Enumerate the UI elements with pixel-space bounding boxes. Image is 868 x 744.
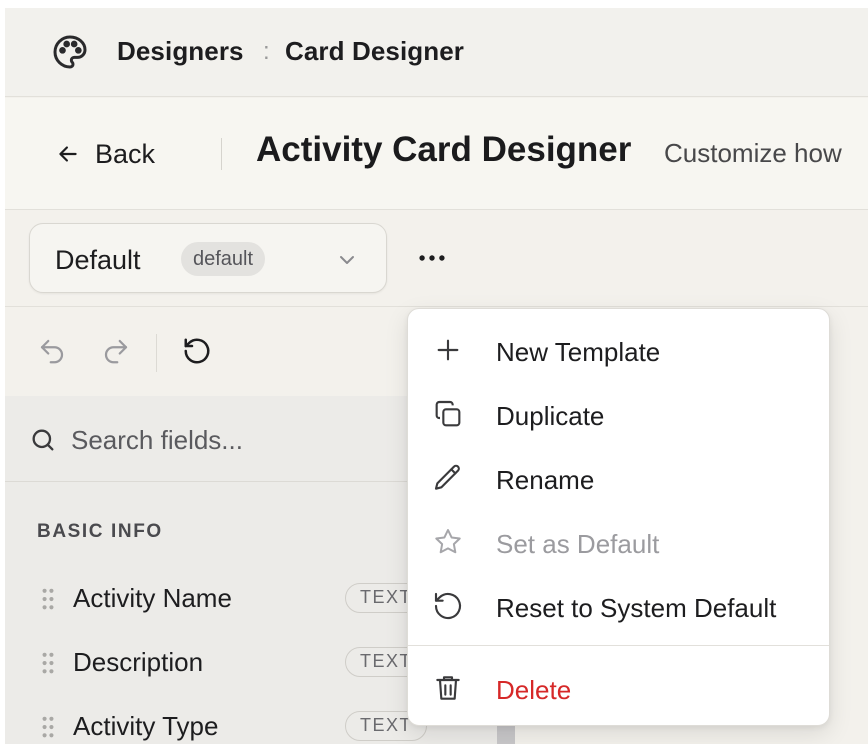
menu-item-label: Reset to System Default	[496, 593, 777, 623]
star-icon	[435, 529, 461, 554]
back-button-label: Back	[95, 138, 156, 169]
section-title: BASIC INFO	[37, 521, 163, 542]
template-selector-row: Default default	[5, 211, 868, 307]
drag-handle-icon[interactable]	[41, 652, 55, 674]
menu-item-new-template[interactable]: New Template	[408, 317, 829, 381]
plus-icon	[437, 339, 459, 361]
page-header: Back Activity Card Designer Customize ho…	[5, 98, 868, 210]
menu-item-set-as-default[interactable]: Set as Default	[408, 509, 829, 573]
menu-item-delete[interactable]: Delete	[408, 655, 829, 719]
trash-icon	[436, 676, 460, 700]
chevron-down-icon	[340, 256, 354, 264]
template-select-value: Default	[55, 245, 141, 275]
drag-handle-icon[interactable]	[41, 716, 55, 738]
menu-item-label: New Template	[496, 337, 661, 367]
field-name: Activity Name	[73, 583, 232, 613]
app-window: Designers : Card Designer Back Activity …	[5, 8, 868, 744]
back-button[interactable]: Back	[55, 136, 155, 172]
redo-icon[interactable]	[101, 336, 131, 366]
palette-icon	[53, 35, 87, 69]
menu-item-label: Set as Default	[496, 529, 660, 559]
breadcrumb-separator: :	[263, 38, 270, 65]
arrow-left-icon	[59, 146, 77, 162]
drag-handle-icon[interactable]	[41, 588, 55, 610]
reset-icon[interactable]	[182, 336, 212, 366]
more-options-icon[interactable]	[415, 241, 449, 275]
menu-item-label: Rename	[496, 465, 595, 495]
template-select[interactable]: Default default	[29, 223, 387, 293]
menu-item-reset-system-default[interactable]: Reset to System Default	[408, 573, 829, 637]
breadcrumb-designers[interactable]: Designers	[117, 36, 244, 67]
toolbar-divider	[156, 334, 157, 372]
menu-item-label: Delete	[496, 675, 572, 705]
breadcrumb-card-designer: Card Designer	[285, 36, 465, 66]
reset-icon	[434, 592, 462, 620]
breadcrumb-bar: Designers : Card Designer	[5, 8, 868, 97]
template-options-menu: New Template Duplicate Rename Set as Def…	[407, 308, 830, 726]
menu-item-label: Duplicate	[496, 401, 605, 431]
menu-item-duplicate[interactable]: Duplicate	[408, 381, 829, 445]
copy-icon	[435, 400, 461, 427]
search-icon	[32, 429, 54, 451]
field-name: Description	[73, 647, 204, 677]
default-badge: default	[181, 242, 266, 276]
menu-item-rename[interactable]: Rename	[408, 445, 829, 509]
page-title: Activity Card Designer	[256, 130, 632, 169]
header-divider	[221, 138, 222, 170]
undo-icon[interactable]	[37, 336, 67, 366]
menu-divider	[408, 645, 829, 646]
page-subtitle: Customize how	[664, 138, 842, 168]
field-name: Activity Type	[73, 711, 219, 741]
pencil-icon	[434, 464, 460, 490]
